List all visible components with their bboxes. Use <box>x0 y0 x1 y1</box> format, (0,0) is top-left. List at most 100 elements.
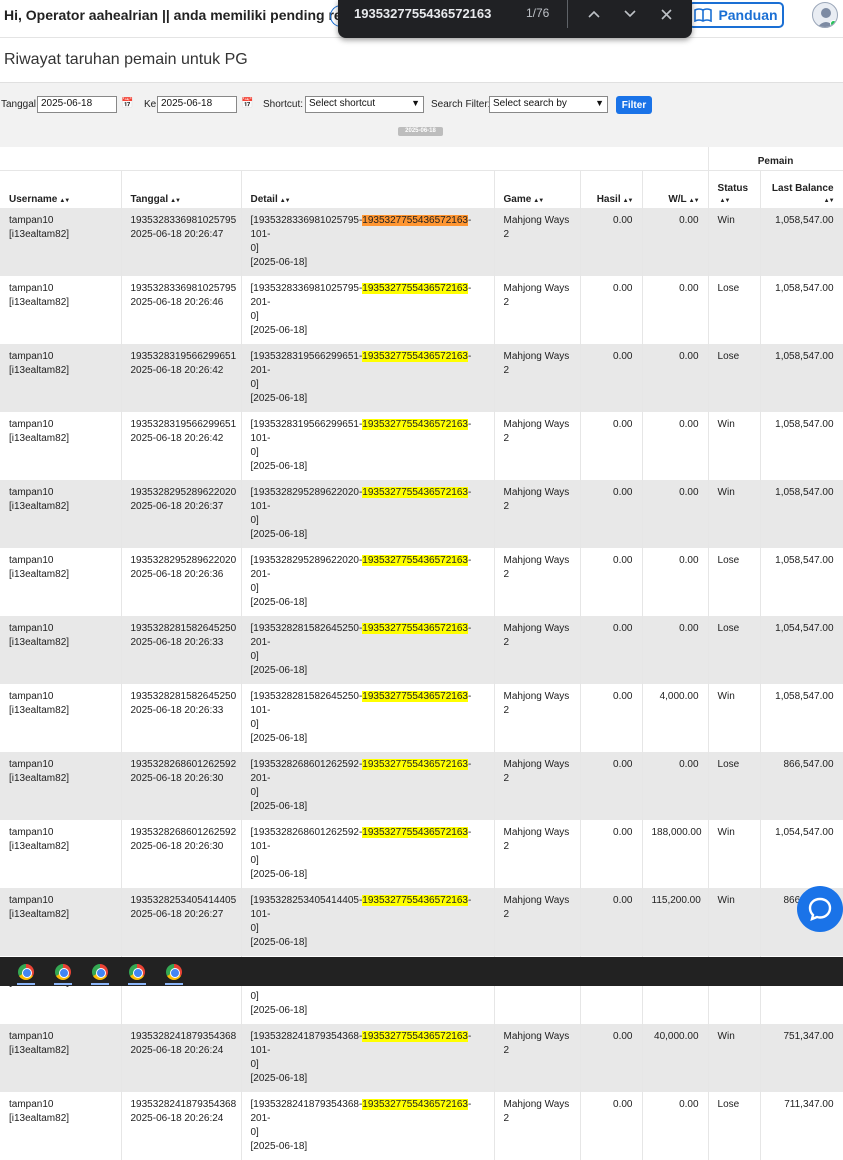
cell-last-balance: 1,058,547.00 <box>760 684 843 752</box>
sort-icon[interactable]: ▲▼ <box>280 198 291 204</box>
table-row[interactable]: tampan10 [i13ealtam82] 1935328319566299651… <box>0 412 843 480</box>
cell-game: Mahjong Ways 2 <box>494 616 581 684</box>
username: tampan10 <box>9 895 54 906</box>
bet-datetime: 2025-06-18 20:26:30 <box>130 773 224 784</box>
calendar-icon[interactable]: 📅 <box>241 98 253 109</box>
cell-wl: 0.00 <box>642 276 709 344</box>
detail-tail: 0] <box>250 923 259 934</box>
column-header-label: Status <box>717 183 749 194</box>
table-row[interactable]: tampan10 [i13ealtam82] 1935328281582645250… <box>0 616 843 684</box>
sort-icon[interactable]: ▲▼ <box>689 198 700 204</box>
bet-id: 1935328253405414405 <box>130 895 237 906</box>
column-header-w-l[interactable]: W/L ▲▼ <box>642 170 709 208</box>
table-row[interactable]: tampan10 [i13ealtam82] 1935328319566299651… <box>0 344 843 412</box>
calendar-icon[interactable]: 📅 <box>121 98 133 109</box>
cell-detail: [1935328241879354368-1935327755436572163… <box>241 1092 495 1160</box>
username-alias: [i13ealtam82] <box>9 501 70 512</box>
cell-last-balance: 1,058,547.00 <box>760 548 843 616</box>
table-row[interactable]: tampan10 [i13ealtam82] 1935328241879354368… <box>0 1092 843 1160</box>
panduan-button[interactable]: Panduan <box>688 2 784 28</box>
chrome-icon[interactable] <box>166 964 182 980</box>
table-row[interactable]: tampan10 [i13ealtam82] 1935328336981025795… <box>0 208 843 276</box>
username: tampan10 <box>9 827 54 838</box>
shortcut-label: Shortcut: <box>263 99 304 110</box>
table-row[interactable]: tampan10 [i13ealtam82] 1935328241879354368… <box>0 1024 843 1092</box>
column-header-game[interactable]: Game ▲▼ <box>494 170 581 208</box>
detail-line: [1935328281582645250-1935327755436572163… <box>251 622 485 650</box>
detail-tail: 0] <box>250 515 259 526</box>
column-header-username[interactable]: Username ▲▼ <box>0 170 122 208</box>
chrome-icon[interactable] <box>55 964 71 980</box>
bet-datetime: 2025-06-18 20:26:24 <box>130 1045 224 1056</box>
chat-button[interactable] <box>797 886 843 932</box>
sort-icon[interactable]: ▲▼ <box>59 198 70 204</box>
game-name: Mahjong Ways <box>503 419 570 430</box>
game-version: 2 <box>503 637 510 648</box>
cell-wl: 4,000.00 <box>642 684 709 752</box>
bet-datetime: 2025-06-18 20:26:24 <box>130 1113 224 1124</box>
detail-date: [2025-06-18] <box>250 325 308 336</box>
cell-status: Win <box>708 820 761 888</box>
column-header-tanggal[interactable]: Tanggal ▲▼ <box>121 170 242 208</box>
chrome-icon[interactable] <box>129 964 145 980</box>
tanggal-input[interactable]: 2025-06-18 <box>37 96 117 113</box>
search-highlight: 1935327755436572163 <box>362 555 468 566</box>
search-highlight: 1935327755436572163 <box>362 419 468 430</box>
sort-icon[interactable]: ▲▼ <box>720 198 731 204</box>
username-alias: [i13ealtam82] <box>9 1113 70 1124</box>
search-highlight: 1935327755436572163 <box>362 351 468 362</box>
search-highlight: 1935327755436572163 <box>362 1031 468 1042</box>
column-header-status[interactable]: Status ▲▼ <box>708 170 761 208</box>
cell-status: Win <box>708 412 761 480</box>
detail-line: [1935328295289622020-1935327755436572163… <box>251 486 485 514</box>
search-filter-select[interactable]: Select search by ▼ <box>489 96 608 113</box>
table-row[interactable]: tampan10 [i13ealtam82] 1935328295289622020… <box>0 480 843 548</box>
filter-button[interactable]: Filter <box>616 96 652 114</box>
table-row[interactable]: tampan10 [i13ealtam82] 1935328281582645250… <box>0 684 843 752</box>
shortcut-value: Select shortcut <box>309 98 376 109</box>
detail-tail: 0] <box>250 1127 259 1138</box>
column-header-last-balance[interactable]: Last Balance ▲▼ <box>760 170 843 208</box>
cell-wl: 0.00 <box>642 1092 709 1160</box>
game-name: Mahjong Ways <box>503 827 570 838</box>
cell-username: tampan10 [i13ealtam82] <box>0 548 122 616</box>
search-highlight: 1935327755436572163 <box>362 487 468 498</box>
user-avatar-icon[interactable] <box>812 2 838 28</box>
cell-last-balance: 1,054,547.00 <box>760 616 843 684</box>
sort-icon[interactable]: ▲▼ <box>170 198 181 204</box>
cell-detail: [1935328268601262592-1935327755436572163… <box>241 752 495 820</box>
column-header-detail[interactable]: Detail ▲▼ <box>241 170 495 208</box>
column-header-row: Username ▲▼ Tanggal ▲▼ Detail ▲▼ Game ▲▼ Hasil ▲▼… <box>0 170 843 208</box>
username-alias: [i13ealtam82] <box>9 297 70 308</box>
cell-game: Mahjong Ways 2 <box>494 684 581 752</box>
cell-detail: [1935328281582645250-1935327755436572163… <box>241 616 495 684</box>
column-header-hasil[interactable]: Hasil ▲▼ <box>580 170 643 208</box>
game-version: 2 <box>503 909 510 920</box>
chrome-icon[interactable] <box>92 964 108 980</box>
chrome-icon[interactable] <box>18 964 34 980</box>
table-row[interactable]: tampan10 [i13ealtam82] 1935328336981025795… <box>0 276 843 344</box>
sort-icon[interactable]: ▲▼ <box>623 198 634 204</box>
close-icon[interactable] <box>654 2 678 26</box>
cell-last-balance: 1,058,547.00 <box>760 208 843 276</box>
sort-icon[interactable]: ▲▼ <box>824 198 835 204</box>
cell-hasil: 0.00 <box>580 412 643 480</box>
table-row[interactable]: tampan10 [i13ealtam82] 1935328268601262592… <box>0 820 843 888</box>
find-match-count: 1/76 <box>526 6 550 20</box>
cell-username: tampan10 [i13ealtam82] <box>0 1024 122 1092</box>
cell-tanggal: 1935328319566299651 2025-06-18 20:26:42 <box>121 344 242 412</box>
sort-icon[interactable]: ▲▼ <box>533 198 544 204</box>
detail-date: [2025-06-18] <box>250 529 308 540</box>
table-row[interactable]: tampan10 [i13ealtam82] 1935328253405414405… <box>0 888 843 956</box>
game-version: 2 <box>503 1045 510 1056</box>
chevron-up-icon[interactable] <box>582 2 606 26</box>
game-name: Mahjong Ways <box>503 487 570 498</box>
table-row[interactable]: tampan10 [i13ealtam82] 1935328295289622020… <box>0 548 843 616</box>
chevron-down-icon[interactable] <box>618 2 642 26</box>
table-row[interactable]: tampan10 [i13ealtam82] 1935328268601262592… <box>0 752 843 820</box>
shortcut-select[interactable]: Select shortcut ▼ <box>305 96 424 113</box>
find-query[interactable]: 1935327755436572163 <box>354 6 491 21</box>
detail-line: [1935328241879354368-1935327755436572163… <box>251 1030 485 1058</box>
column-header-label: Detail <box>250 194 278 205</box>
ke-input[interactable]: 2025-06-18 <box>157 96 237 113</box>
